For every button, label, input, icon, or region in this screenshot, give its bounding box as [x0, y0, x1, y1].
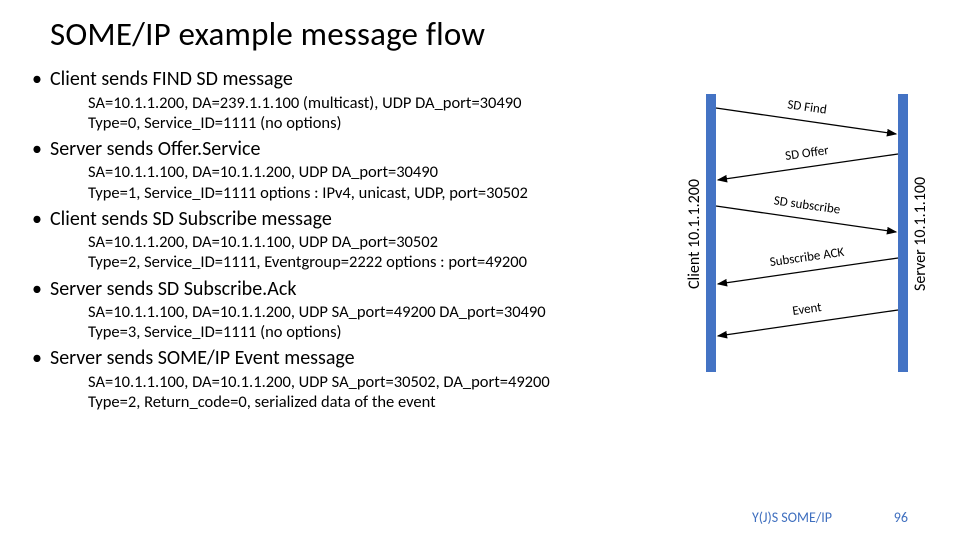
server-lifeline	[898, 94, 908, 372]
bullet-sub: SA=10.1.1.200, DA=239.1.1.100 (multicast…	[88, 93, 680, 133]
arrow-sd-find: SD Find	[716, 106, 898, 126]
sequence-diagram: Client 10.1.1.200 Server 10.1.1.100 SD F…	[676, 94, 912, 372]
server-label: Server 10.1.1.100	[911, 154, 930, 314]
arrow-event: Event	[716, 308, 898, 328]
bullet-heading: Server sends SD Subscribe.Ack	[50, 278, 296, 302]
bullet-list: •Client sends FIND SD message SA=10.1.1.…	[50, 68, 680, 412]
bullet-heading: Server sends SOME/IP Event message	[50, 347, 355, 371]
bullet-sub: SA=10.1.1.100, DA=10.1.1.200, UDP DA_por…	[88, 162, 680, 202]
client-lifeline	[706, 94, 716, 372]
bullet-sub: SA=10.1.1.100, DA=10.1.1.200, UDP SA_por…	[88, 372, 680, 412]
slide-title: SOME/IP example message flow	[50, 14, 936, 54]
bullet-sub: SA=10.1.1.100, DA=10.1.1.200, UDP SA_por…	[88, 302, 680, 342]
client-label: Client 10.1.1.200	[685, 154, 704, 314]
bullet-heading: Server sends Offer.Service	[50, 138, 260, 162]
page-number: 96	[894, 509, 908, 526]
bullet-heading: Client sends FIND SD message	[50, 68, 293, 92]
bullet-sub: SA=10.1.1.200, DA=10.1.1.100, UDP DA_por…	[88, 232, 680, 272]
arrow-sd-offer: SD Offer	[716, 152, 898, 172]
footer-text: Y(J)S SOME/IP	[752, 509, 832, 526]
bullet-heading: Client sends SD Subscribe message	[50, 208, 332, 232]
arrow-subscribe-ack: Subscribe ACK	[716, 256, 898, 276]
arrow-sd-subscribe: SD subscribe	[716, 204, 898, 224]
